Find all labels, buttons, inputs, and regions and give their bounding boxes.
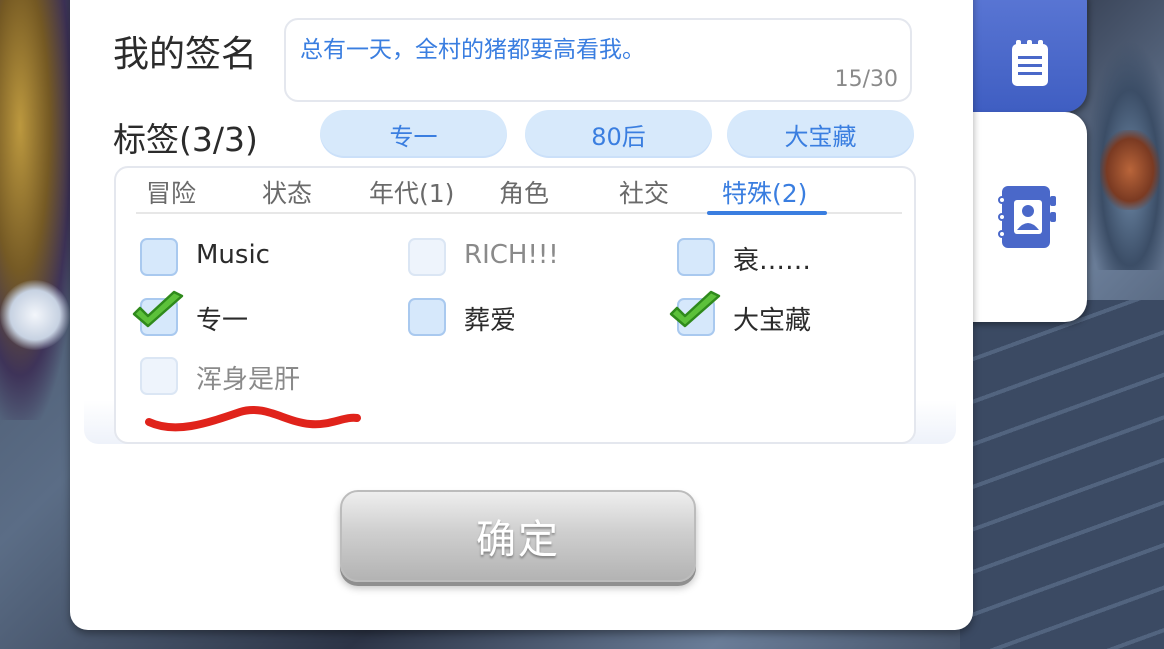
tab-special[interactable]: 特殊(2) xyxy=(722,174,807,210)
option-label-rich: RICH!!! xyxy=(464,240,559,270)
side-tab-notes[interactable] xyxy=(972,0,1087,112)
checkbox-rich[interactable] xyxy=(408,238,446,276)
red-underline-annotation xyxy=(145,406,361,432)
signature-input[interactable]: 总有一天，全村的猪都要高看我。 15/30 xyxy=(284,18,912,102)
option-label-music: Music xyxy=(196,240,270,270)
option-label-dabaozang: 大宝藏 xyxy=(733,306,812,336)
background-snowball xyxy=(0,280,70,350)
selected-tag-pill[interactable]: 大宝藏 xyxy=(727,110,914,158)
option-label-zhuanyi: 专一 xyxy=(196,306,249,336)
checkbox-shuai[interactable] xyxy=(677,238,715,276)
side-tab-contacts[interactable] xyxy=(965,112,1087,322)
tab-status[interactable]: 状态 xyxy=(262,174,312,210)
signature-label: 我的签名 xyxy=(113,34,258,75)
notepad-icon xyxy=(1008,38,1052,88)
check-mark-icon xyxy=(669,290,721,328)
signature-text: 总有一天，全村的猪都要高看我。 xyxy=(300,37,645,63)
tags-label: 标签(3/3) xyxy=(113,120,258,159)
checkbox-music[interactable] xyxy=(140,238,178,276)
tab-role[interactable]: 角色 xyxy=(499,174,549,210)
tab-era[interactable]: 年代(1) xyxy=(369,174,454,210)
checkbox-hunshenshigan[interactable] xyxy=(140,357,178,395)
checkbox-zangai[interactable] xyxy=(408,298,446,336)
background-creature-detail xyxy=(1100,130,1160,210)
background-character xyxy=(0,0,80,420)
option-label-shuai: 衰…… xyxy=(733,246,812,276)
check-mark-icon xyxy=(132,290,184,328)
selected-tag-pill[interactable]: 80后 xyxy=(525,110,712,158)
confirm-button[interactable]: 确定 xyxy=(340,490,696,582)
selected-tag-pill[interactable]: 专一 xyxy=(320,110,507,158)
signature-char-count: 15/30 xyxy=(834,67,898,92)
tab-adventure[interactable]: 冒险 xyxy=(146,174,196,210)
contact-book-icon xyxy=(994,182,1058,252)
background-floor xyxy=(960,300,1164,649)
tab-social[interactable]: 社交 xyxy=(619,174,669,210)
option-label-hunshenshigan: 浑身是肝 xyxy=(196,365,301,395)
option-label-zangai: 葬爱 xyxy=(464,306,517,336)
active-tab-indicator xyxy=(707,211,827,215)
